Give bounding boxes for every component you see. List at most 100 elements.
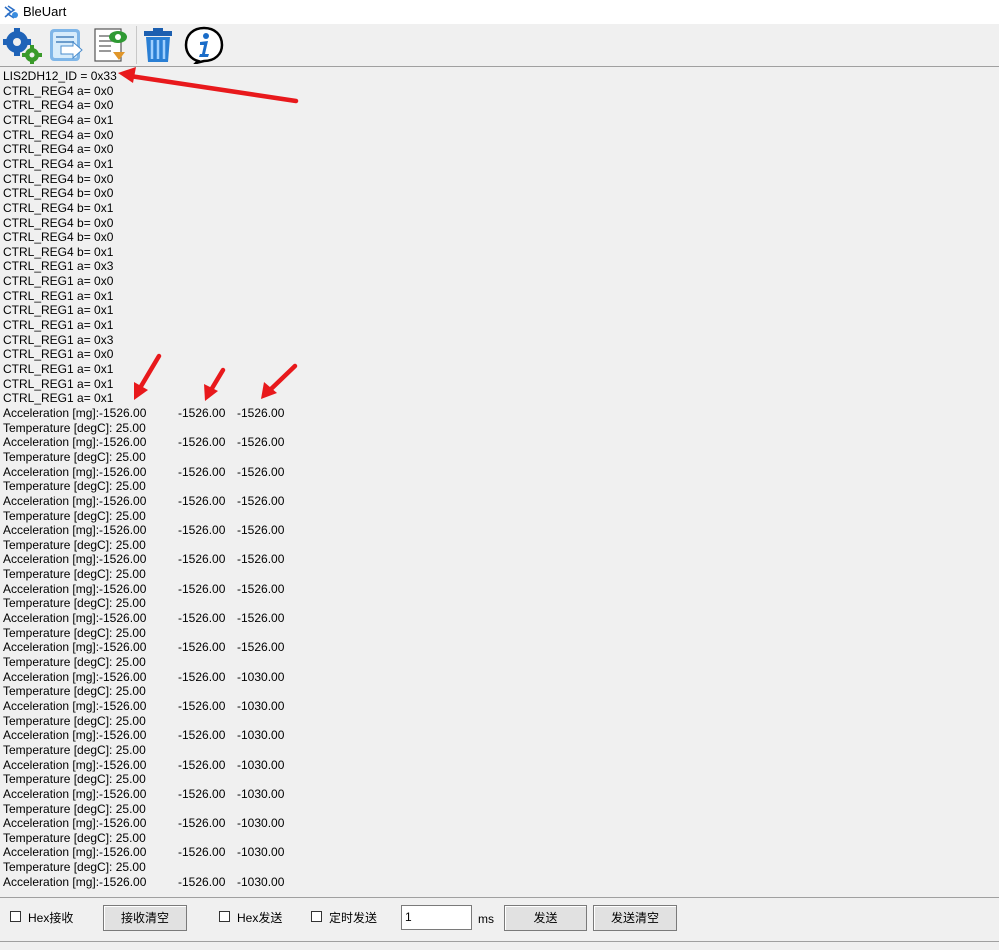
accel-x-value: -1526.00 [99,728,147,743]
log-line-register: CTRL_REG1 a= 0x3 [3,259,114,274]
accel-label: Acceleration [mg]: [3,816,100,831]
accel-y-value: -1526.00 [178,845,226,860]
accel-z-value: -1526.00 [237,464,285,479]
hex-receive-label: Hex接收 [28,911,74,925]
bluetooth-app-icon [3,5,19,20]
accel-z-value: -1526.00 [237,552,285,567]
accel-label: Acceleration [mg]: [3,611,100,626]
ms-unit-label: ms [478,912,494,926]
hex-receive-checkbox[interactable] [10,911,21,922]
settings-button[interactable] [2,26,42,64]
log-line-register: CTRL_REG1 a= 0x1 [3,288,114,303]
log-line-register: CTRL_REG1 a= 0x1 [3,391,114,406]
accel-x-value: -1526.00 [99,523,147,538]
export-document-icon [50,29,83,61]
log-line-register: CTRL_REG4 a= 0x0 [3,142,114,157]
log-line-temperature: Temperature [degC]: 25.00 [3,684,146,699]
log-line-temperature: Temperature [degC]: 25.00 [3,567,146,582]
accel-y-value: -1526.00 [178,757,226,772]
toolbar-separator [136,26,137,64]
toolbar [0,24,999,66]
clear-receive-button[interactable]: 接收清空 [103,905,187,931]
log-line-id: LIS2DH12_ID = 0x33 [3,69,117,83]
accel-y-value: -1526.00 [178,581,226,596]
log-line-temperature: Temperature [degC]: 25.00 [3,772,146,787]
accel-x-value: -1526.00 [99,874,147,889]
accel-y-value: -1526.00 [178,669,226,684]
accel-label: Acceleration [mg]: [3,493,100,508]
view-log-icon [94,28,127,62]
accel-label: Acceleration [mg]: [3,464,100,479]
trash-icon [144,28,172,62]
hex-send-checkbox[interactable] [219,911,230,922]
accel-label: Acceleration [mg]: [3,757,100,772]
accel-x-value: -1526.00 [99,552,147,567]
accel-x-value: -1526.00 [99,405,147,420]
accel-z-value: -1030.00 [237,698,285,713]
clear-log-button[interactable] [139,26,179,64]
accel-x-value: -1526.00 [99,435,147,450]
accel-y-value: -1526.00 [178,405,226,420]
accel-z-value: -1030.00 [237,757,285,772]
log-line-temperature: Temperature [degC]: 25.00 [3,830,146,845]
accel-z-value: -1030.00 [237,728,285,743]
accel-x-value: -1526.00 [99,669,147,684]
log-line-temperature: Temperature [degC]: 25.00 [3,742,146,757]
accel-label: Acceleration [mg]: [3,669,100,684]
export-button[interactable] [47,26,87,64]
log-line-temperature: Temperature [degC]: 25.00 [3,596,146,611]
view-log-button[interactable] [91,26,131,64]
accel-z-value: -1526.00 [237,581,285,596]
accel-y-value: -1526.00 [178,786,226,801]
accel-x-value: -1526.00 [99,611,147,626]
accel-label: Acceleration [mg]: [3,845,100,860]
accel-x-value: -1526.00 [99,786,147,801]
info-icon [184,26,224,66]
accel-y-value: -1526.00 [178,874,226,889]
log-line-temperature: Temperature [degC]: 25.00 [3,449,146,464]
accel-z-value: -1030.00 [237,669,285,684]
accel-y-value: -1526.00 [178,523,226,538]
accel-z-value: -1526.00 [237,640,285,655]
send-button[interactable]: 发送 [504,905,587,931]
accel-label: Acceleration [mg]: [3,523,100,538]
about-button[interactable] [184,26,224,66]
log-line-register: CTRL_REG1 a= 0x0 [3,274,114,289]
accel-z-value: -1526.00 [237,611,285,626]
log-line-register: CTRL_REG4 a= 0x1 [3,112,114,127]
log-line-register: CTRL_REG4 b= 0x1 [3,200,114,215]
accel-z-value: -1030.00 [237,874,285,889]
accel-label: Acceleration [mg]: [3,640,100,655]
log-line-register: CTRL_REG4 a= 0x1 [3,156,114,171]
accel-label: Acceleration [mg]: [3,786,100,801]
accel-y-value: -1526.00 [178,640,226,655]
timed-send-checkbox[interactable] [311,911,322,922]
log-line-temperature: Temperature [degC]: 25.00 [3,713,146,728]
accel-x-value: -1526.00 [99,845,147,860]
accel-label: Acceleration [mg]: [3,728,100,743]
log-line-temperature: Temperature [degC]: 25.00 [3,508,146,523]
accel-label: Acceleration [mg]: [3,581,100,596]
log-line-register: CTRL_REG1 a= 0x0 [3,347,114,362]
log-line-temperature: Temperature [degC]: 25.00 [3,860,146,875]
log-line-register: CTRL_REG1 a= 0x1 [3,318,114,333]
accel-z-value: -1526.00 [237,523,285,538]
title-bar: BleUart [0,0,999,24]
log-line-temperature: Temperature [degC]: 25.00 [3,420,146,435]
log-line-temperature: Temperature [degC]: 25.00 [3,537,146,552]
accel-z-value: -1030.00 [237,816,285,831]
accel-x-value: -1526.00 [99,816,147,831]
accel-x-value: -1526.00 [99,464,147,479]
log-line-register: CTRL_REG4 b= 0x0 [3,171,114,186]
clear-send-button[interactable]: 发送清空 [593,905,677,931]
accel-y-value: -1526.00 [178,611,226,626]
accel-y-value: -1526.00 [178,552,226,567]
control-bar: Hex接收 接收清空 Hex发送 定时发送 1 ms 发送 发送清空 [0,898,999,938]
accel-x-value: -1526.00 [99,493,147,508]
accel-z-value: -1526.00 [237,405,285,420]
log-line-register: CTRL_REG1 a= 0x3 [3,332,114,347]
interval-input[interactable]: 1 [401,905,472,930]
accel-label: Acceleration [mg]: [3,552,100,567]
receive-log[interactable]: LIS2DH12_ID = 0x33 CTRL_REG4 a= 0x0 CTRL_R… [0,66,999,898]
log-line-register: CTRL_REG4 b= 0x0 [3,215,114,230]
